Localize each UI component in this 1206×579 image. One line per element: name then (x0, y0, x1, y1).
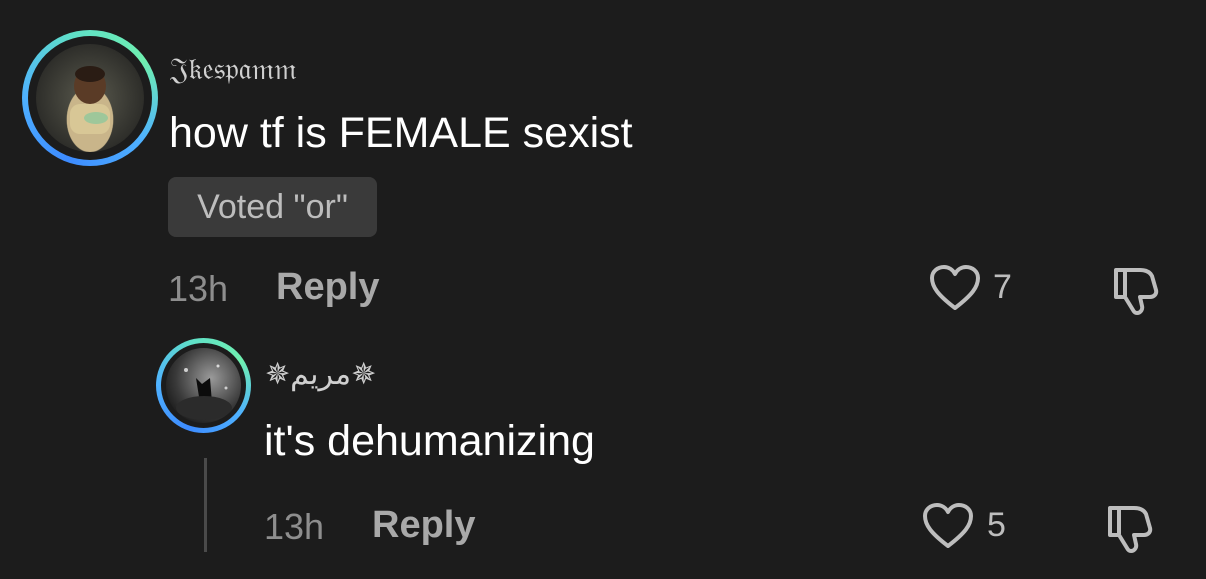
heart-icon[interactable] (928, 264, 982, 312)
thumbs-down-icon[interactable] (1106, 264, 1162, 316)
reply-button[interactable]: Reply (372, 504, 475, 547)
thumbs-down-icon[interactable] (1100, 502, 1156, 554)
avatar-photo (166, 348, 241, 423)
avatar-photo (36, 44, 144, 152)
avatar[interactable] (22, 30, 158, 166)
avatar[interactable] (156, 338, 251, 433)
baby-photo-icon (70, 66, 110, 134)
heart-icon[interactable] (921, 502, 975, 550)
timestamp: 13h (168, 268, 229, 309)
username[interactable]: 𝔍𝔨𝔢𝔰𝔭𝔞𝔪𝔪 (170, 52, 297, 87)
username[interactable]: ✵مريم✵ (265, 357, 376, 392)
reply-button[interactable]: Reply (276, 266, 379, 309)
comment-text: how tf is FEMALE sexist (169, 109, 633, 157)
vote-badge: Voted "or" (168, 177, 377, 237)
like-count: 7 (993, 268, 1012, 306)
like-count: 5 (987, 506, 1006, 544)
timestamp: 13h (264, 506, 325, 547)
thread-line (204, 458, 207, 552)
comment-text: it's dehumanizing (264, 417, 595, 465)
cat-silhouette-icon (176, 364, 232, 420)
